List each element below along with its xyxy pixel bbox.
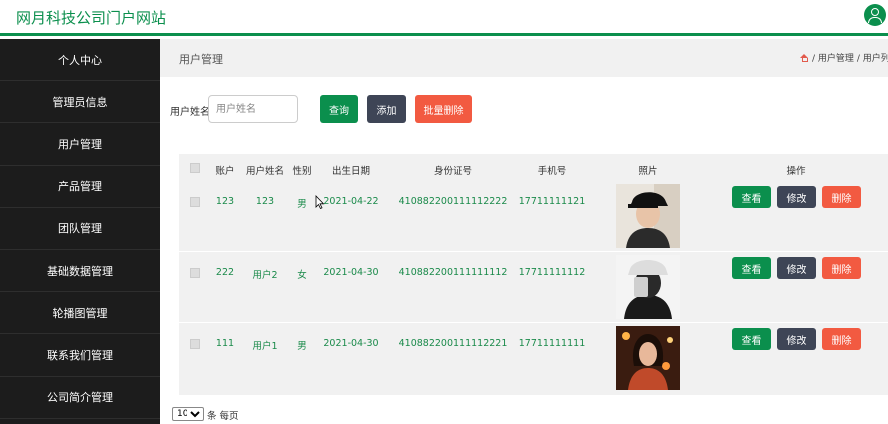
sidebar-item-contact-us[interactable]: 联系我们管理 — [0, 334, 160, 377]
sidebar-item-base-data[interactable]: 基础数据管理 — [0, 250, 160, 293]
search-label: 用户姓名 — [170, 107, 210, 118]
row-divider — [179, 322, 888, 323]
breadcrumb: / 用户管理 / 用户列表 — [800, 51, 888, 64]
breadcrumb-separator: / — [856, 54, 860, 64]
column-header-birth: 出生日期 — [331, 166, 371, 177]
cell-phone: 17711111112 — [518, 267, 586, 278]
search-input[interactable] — [208, 95, 298, 123]
title-bar: 用户管理 / 用户管理 / 用户列表 — [160, 39, 888, 77]
sidebar-item-product-management[interactable]: 产品管理 — [0, 166, 160, 208]
cell-gender: 男 — [297, 341, 307, 352]
cell-id-card: 410882200111111112 — [398, 267, 508, 278]
user-table: 账户 用户姓名 性别 出生日期 身份证号 手机号 照片 操作 123 123 男… — [179, 154, 888, 395]
cell-name: 123 — [255, 196, 275, 207]
column-header-photo: 照片 — [638, 166, 658, 177]
delete-button[interactable]: 删除 — [822, 186, 861, 208]
cell-account: 123 — [215, 196, 235, 207]
row-checkbox[interactable] — [190, 268, 200, 278]
cell-id-card: 410882200111112222 — [398, 196, 508, 207]
site-title: 网月科技公司门户网站 — [16, 9, 167, 27]
search-button[interactable]: 查询 — [320, 95, 358, 123]
column-header-phone: 手机号 — [537, 166, 567, 177]
column-header-name: 用户姓名 — [245, 166, 285, 177]
delete-button[interactable]: 删除 — [822, 257, 861, 279]
cell-birth: 2021-04-22 — [323, 196, 379, 207]
cell-gender: 男 — [297, 199, 307, 210]
top-bar: 网月科技公司门户网站 — [0, 0, 888, 36]
view-button[interactable]: 查看 — [732, 257, 771, 279]
user-photo[interactable] — [616, 184, 680, 248]
cell-name: 用户1 — [252, 341, 278, 352]
mouse-cursor-icon — [315, 195, 325, 209]
view-button[interactable]: 查看 — [732, 186, 771, 208]
cell-phone: 17711111121 — [518, 196, 586, 207]
sidebar-item-label: 团队管理 — [58, 222, 102, 236]
page-title: 用户管理 — [179, 53, 223, 66]
sidebar-item-company-intro[interactable]: 公司简介管理 — [0, 377, 160, 419]
cell-account: 111 — [215, 338, 235, 349]
sidebar-item-label: 轮播图管理 — [52, 306, 108, 320]
sidebar-item-carousel[interactable]: 轮播图管理 — [0, 292, 160, 335]
cell-phone: 17711111111 — [518, 338, 586, 349]
cell-account: 222 — [215, 267, 235, 278]
sidebar-item-label: 个人中心 — [58, 53, 102, 67]
sidebar-item-label: 公司简介管理 — [47, 391, 113, 405]
cell-birth: 2021-04-30 — [323, 267, 379, 278]
row-checkbox[interactable] — [190, 197, 200, 207]
per-page-label: 条 每页 — [207, 411, 239, 422]
main-content: 用户管理 / 用户管理 / 用户列表 用户姓名 查询 添加 批量删除 账户 用户… — [160, 39, 888, 424]
sidebar: 个人中心 管理员信息 用户管理 产品管理 团队管理 基础数据管理 轮播图管理 联… — [0, 39, 160, 424]
sidebar-item-user-management[interactable]: 用户管理 — [0, 123, 160, 166]
edit-button[interactable]: 修改 — [777, 328, 816, 350]
sidebar-item-label: 联系我们管理 — [47, 348, 113, 362]
sidebar-item-personal-center[interactable]: 个人中心 — [0, 39, 160, 82]
breadcrumb-level1[interactable]: 用户管理 — [818, 54, 854, 64]
sidebar-item-admin-info[interactable]: 管理员信息 — [0, 81, 160, 124]
cell-gender: 女 — [297, 270, 307, 281]
add-button[interactable]: 添加 — [367, 95, 406, 123]
column-header-actions: 操作 — [786, 166, 806, 177]
column-header-gender: 性别 — [292, 166, 312, 177]
home-icon[interactable] — [800, 54, 809, 62]
sidebar-item-team-management[interactable]: 团队管理 — [0, 208, 160, 250]
cell-name: 用户2 — [252, 270, 278, 281]
column-header-id-card: 身份证号 — [433, 166, 473, 177]
sidebar-item-label: 产品管理 — [58, 180, 102, 194]
column-header-account: 账户 — [215, 166, 235, 177]
user-photo[interactable] — [616, 255, 680, 319]
sidebar-item-label: 用户管理 — [58, 137, 102, 151]
batch-delete-button[interactable]: 批量删除 — [415, 95, 472, 123]
user-photo[interactable] — [616, 326, 680, 390]
breadcrumb-separator: / — [812, 54, 816, 64]
edit-button[interactable]: 修改 — [777, 257, 816, 279]
user-avatar-icon[interactable] — [864, 4, 886, 26]
delete-button[interactable]: 删除 — [822, 328, 861, 350]
cell-birth: 2021-04-30 — [323, 338, 379, 349]
edit-button[interactable]: 修改 — [777, 186, 816, 208]
select-all-checkbox[interactable] — [190, 163, 200, 173]
row-checkbox[interactable] — [190, 339, 200, 349]
sidebar-item-label: 基础数据管理 — [47, 264, 113, 278]
view-button[interactable]: 查看 — [732, 328, 771, 350]
breadcrumb-level2: 用户列表 — [862, 54, 888, 64]
cell-id-card: 410882200111112221 — [398, 338, 508, 349]
row-divider — [179, 251, 888, 252]
sidebar-item-label: 管理员信息 — [52, 95, 108, 109]
page-size-select[interactable]: 10 — [172, 407, 204, 421]
